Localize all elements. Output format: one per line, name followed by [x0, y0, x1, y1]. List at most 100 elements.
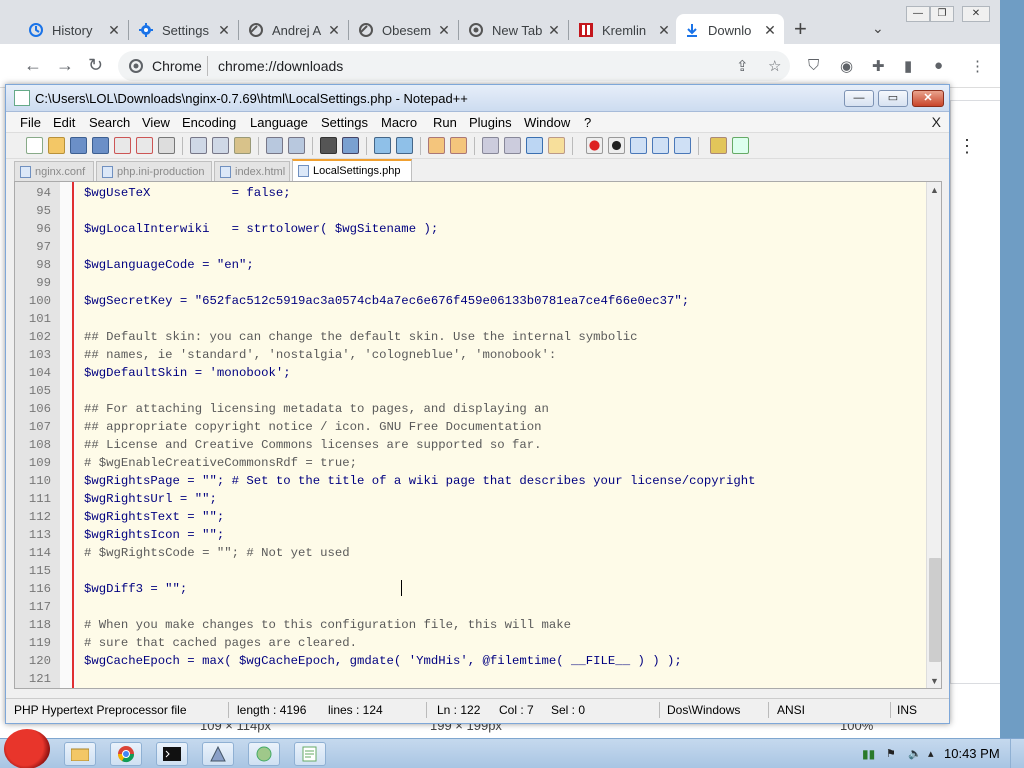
forward-icon[interactable]: →: [56, 56, 74, 74]
code-line[interactable]: 101: [15, 310, 925, 328]
menu-settings[interactable]: Settings: [321, 115, 368, 130]
code-line[interactable]: 117: [15, 598, 925, 616]
code-line[interactable]: 103 ## names, ie 'standard', 'nostalgia',…: [15, 346, 925, 364]
menu-file[interactable]: File: [20, 115, 41, 130]
new-file-icon[interactable]: [26, 137, 43, 154]
code-line[interactable]: 97: [15, 238, 925, 256]
save-all-icon[interactable]: [92, 137, 109, 154]
profile-avatar-icon[interactable]: ●: [934, 57, 943, 74]
code-line[interactable]: 94 $wgUseTeX = false;: [15, 184, 925, 202]
vertical-scrollbar[interactable]: ▲ ▼: [926, 182, 941, 688]
code-line[interactable]: 114 # $wgRightsCode = ""; # Not yet used: [15, 544, 925, 562]
explorer-taskbar-icon[interactable]: [64, 742, 96, 766]
menu-run[interactable]: Run: [433, 115, 457, 130]
menu-search[interactable]: Search: [89, 115, 130, 130]
extensions-puzzle-icon[interactable]: ✚: [872, 57, 885, 75]
notepadpp-taskbar-icon[interactable]: [294, 742, 326, 766]
chrome-tab-andrej[interactable]: Andrej A ✕: [240, 14, 348, 46]
run-macro-multiple-icon[interactable]: [652, 137, 669, 154]
code-editor[interactable]: 94 $wgUseTeX = false; 95 96 $wgLocalInterwik…: [14, 181, 942, 689]
zoom-in-icon[interactable]: [374, 137, 391, 154]
flag-tray-icon[interactable]: ⚑: [886, 747, 896, 760]
copy-icon[interactable]: [212, 137, 229, 154]
shield-extension-icon[interactable]: ⛉: [808, 57, 819, 74]
network-tray-icon[interactable]: ▮▮: [862, 747, 875, 761]
undo-icon[interactable]: [266, 137, 283, 154]
scrollbar-thumb[interactable]: [929, 558, 941, 662]
minimize-icon[interactable]: —: [844, 90, 874, 107]
menu-help[interactable]: ?: [584, 115, 591, 130]
tab-nginx-conf[interactable]: nginx.conf: [14, 161, 94, 181]
app-taskbar-icon[interactable]: [202, 742, 234, 766]
reload-icon[interactable]: ↻: [88, 56, 103, 74]
download-item-menu-icon[interactable]: ⋮: [958, 136, 976, 157]
menu-window[interactable]: Window: [524, 115, 570, 130]
sync-vertical-icon[interactable]: [428, 137, 445, 154]
chrome-tab-settings[interactable]: Settings ✕: [130, 14, 238, 46]
play-macro-icon[interactable]: [630, 137, 647, 154]
code-line[interactable]: 100 $wgSecretKey = "652fac512c5919ac3a057…: [15, 292, 925, 310]
chrome-tab-kremlin[interactable]: Kremlin ✕: [570, 14, 678, 46]
chrome-tab-downloads[interactable]: Downlo ✕: [676, 14, 784, 46]
code-line[interactable]: 111 $wgRightsUrl = "";: [15, 490, 925, 508]
code-line[interactable]: 104 $wgDefaultSkin = 'monobook';: [15, 364, 925, 382]
scroll-up-arrow-icon[interactable]: ▲: [930, 185, 939, 195]
close-file-icon[interactable]: [114, 137, 131, 154]
close-icon[interactable]: ✕: [656, 22, 672, 39]
chrome-tab-obesem[interactable]: Obesem ✕: [350, 14, 458, 46]
code-line[interactable]: 118 # When you make changes to this confi…: [15, 616, 925, 634]
close-window-icon[interactable]: ✕: [912, 90, 944, 107]
close-icon[interactable]: ✕: [106, 22, 122, 39]
tool-taskbar-icon[interactable]: [248, 742, 280, 766]
code-line[interactable]: 96 $wgLocalInterwiki = strtolower( $wgSit…: [15, 220, 925, 238]
sync-horizontal-icon[interactable]: [450, 137, 467, 154]
code-line[interactable]: 112 $wgRightsText = "";: [15, 508, 925, 526]
word-wrap-icon[interactable]: [482, 137, 499, 154]
menu-edit[interactable]: Edit: [53, 115, 75, 130]
tab-search-chevron-icon[interactable]: ⌄: [872, 20, 884, 37]
code-line[interactable]: 121: [15, 670, 925, 688]
record-macro-icon[interactable]: [586, 137, 603, 154]
code-line[interactable]: 99: [15, 274, 925, 292]
close-icon[interactable]: ✕: [546, 22, 562, 39]
omnibox-url[interactable]: chrome://downloads: [218, 58, 343, 74]
close-icon[interactable]: ✕: [762, 22, 778, 39]
close-icon[interactable]: ✕: [216, 22, 232, 39]
indent-guide-icon[interactable]: [526, 137, 543, 154]
code-line[interactable]: 119 # sure that cached pages are cleared.: [15, 634, 925, 652]
restore-icon[interactable]: ❐: [930, 6, 954, 22]
scroll-down-arrow-icon[interactable]: ▼: [930, 676, 939, 686]
doc-map-icon[interactable]: [548, 137, 565, 154]
stop-macro-icon[interactable]: [608, 137, 625, 154]
code-line[interactable]: 116 $wgDiff3 = "";: [15, 580, 925, 598]
menu-view[interactable]: View: [142, 115, 170, 130]
paste-icon[interactable]: [234, 137, 251, 154]
zoom-out-icon[interactable]: [396, 137, 413, 154]
minimize-icon[interactable]: —: [906, 6, 930, 22]
code-line[interactable]: 108 ## License and Creative Commons licen…: [15, 436, 925, 454]
cmd-taskbar-icon[interactable]: [156, 742, 188, 766]
menu-plugins[interactable]: Plugins: [469, 115, 512, 130]
new-tab-button[interactable]: +: [794, 18, 807, 40]
side-panel-icon[interactable]: ▮: [904, 57, 912, 75]
close-icon[interactable]: ✕: [436, 22, 452, 39]
code-line[interactable]: 110 $wgRightsPage = ""; # Set to the titl…: [15, 472, 925, 490]
flag-extension-icon[interactable]: ◉: [840, 57, 853, 75]
share-icon[interactable]: ⇪: [736, 57, 749, 75]
show-desktop-button[interactable]: [1010, 739, 1024, 768]
menu-encoding[interactable]: Encoding: [182, 115, 236, 130]
code-line[interactable]: 115: [15, 562, 925, 580]
tray-overflow-icon[interactable]: ▴: [928, 747, 934, 760]
chrome-taskbar-icon[interactable]: [110, 742, 142, 766]
code-line[interactable]: 109 # $wgEnableCreativeCommonsRdf = true;: [15, 454, 925, 472]
chrome-tab-history[interactable]: History ✕: [20, 14, 128, 46]
code-line[interactable]: 98 $wgLanguageCode = "en";: [15, 256, 925, 274]
replace-icon[interactable]: [342, 137, 359, 154]
open-file-icon[interactable]: [48, 137, 65, 154]
menu-language[interactable]: Language: [250, 115, 308, 130]
code-line[interactable]: 105: [15, 382, 925, 400]
code-line[interactable]: 107 ## appropriate copyright notice / ico…: [15, 418, 925, 436]
code-line[interactable]: 106 ## For attaching licensing metadata t…: [15, 400, 925, 418]
spell-check-icon[interactable]: [732, 137, 749, 154]
plugin-icon[interactable]: [710, 137, 727, 154]
